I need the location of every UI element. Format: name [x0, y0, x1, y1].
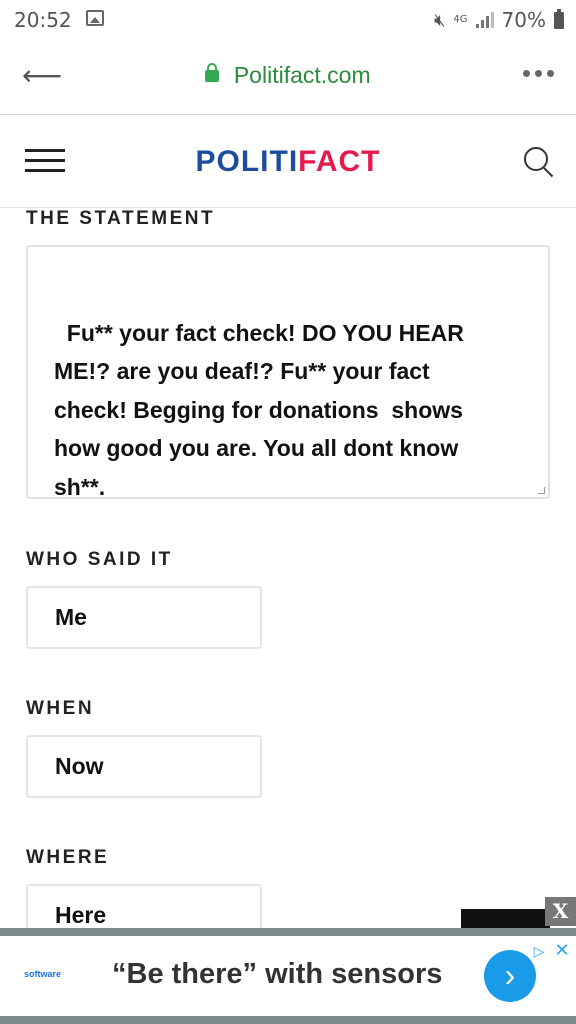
lock-icon: [205, 62, 220, 82]
status-bar: 20:52 🔇︎ 4G 70%: [0, 0, 576, 40]
status-time: 20:52: [14, 8, 72, 32]
image-notification-icon: [86, 10, 104, 26]
ad-close-button[interactable]: X: [545, 897, 576, 926]
battery-icon: [554, 8, 564, 29]
address-field[interactable]: Politifact.com: [0, 62, 576, 89]
statement-text: Fu** your fact check! DO YOU HEAR ME!? a…: [54, 319, 464, 500]
who-said-it-input[interactable]: Me: [26, 586, 262, 649]
logo-text-fact: FACT: [298, 145, 381, 178]
mute-icon: 🔇︎: [434, 9, 446, 31]
ad-brand-logo: software: [24, 969, 62, 979]
browser-url-bar: ⟵ Politifact.com: [0, 40, 576, 115]
network-type-label: 4G: [453, 14, 468, 25]
who-said-it-label: WHO SAID IT: [26, 549, 173, 570]
site-header: POLITIFACT: [0, 115, 576, 208]
where-label: WHERE: [26, 847, 110, 868]
more-options-icon[interactable]: [523, 70, 554, 77]
ad-overlay-strip: [461, 909, 550, 929]
ad-headline: “Be there” with sensors: [112, 958, 443, 990]
signal-icon: [475, 12, 494, 28]
logo-text-politi: POLITI: [195, 145, 299, 178]
ad-banner[interactable]: software “Be there” with sensors › ▷ ✕: [0, 928, 576, 1024]
adchoices-icon[interactable]: ▷: [530, 942, 548, 960]
politifact-logo[interactable]: POLITIFACT: [0, 145, 576, 179]
status-icons: 🔇︎ 4G 70%: [434, 8, 564, 32]
when-input[interactable]: Now: [26, 735, 262, 798]
resize-grip-icon[interactable]: [538, 487, 545, 494]
when-label: WHEN: [26, 698, 95, 719]
statement-label: THE STATEMENT: [26, 208, 216, 229]
ad-dismiss-icon[interactable]: ✕: [552, 940, 572, 960]
ad-arrow-button[interactable]: ›: [484, 950, 536, 1002]
url-text: Politifact.com: [233, 62, 371, 88]
battery-percent: 70%: [501, 8, 546, 32]
statement-textarea[interactable]: Fu** your fact check! DO YOU HEAR ME!? a…: [26, 245, 550, 500]
search-icon[interactable]: [522, 145, 556, 179]
